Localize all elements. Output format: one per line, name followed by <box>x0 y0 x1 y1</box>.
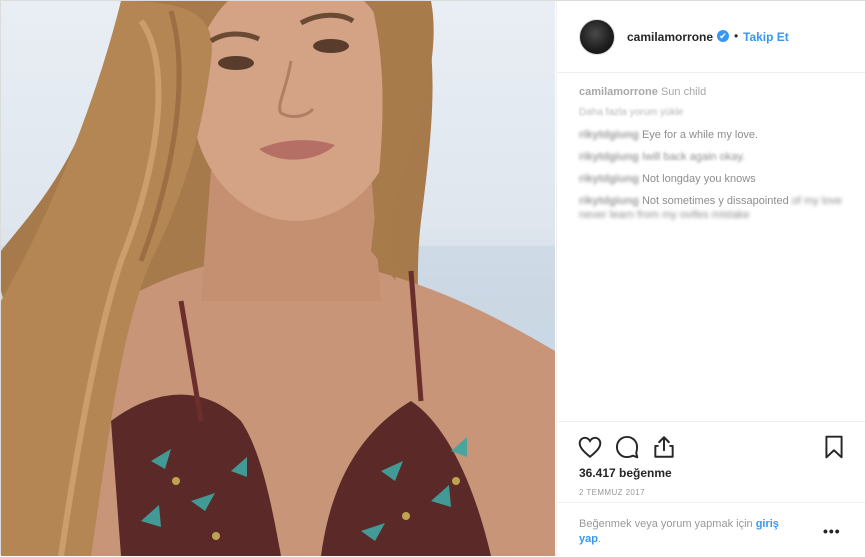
list-item: rikytdgiung Iwill back again okay. <box>579 150 849 164</box>
comment-username[interactable]: rikytdgiung <box>579 151 639 163</box>
comment-text: Eye for a while my love. <box>641 129 759 141</box>
more-options-icon[interactable]: ••• <box>823 523 841 539</box>
post-actions: 36.417 beğenme 2 TEMMUZ 2017 Beğenmek ve… <box>557 421 865 556</box>
comment-text: Iwill back again okay. <box>641 151 746 163</box>
post-side-panel: camilamorrone ✔ • Takip Et camilamorrone… <box>556 1 865 556</box>
login-bar: Beğenmek veya yorum yapmak için giriş ya… <box>557 502 865 557</box>
verified-badge-icon: ✔ <box>717 30 729 42</box>
heart-icon[interactable] <box>577 434 603 460</box>
likes-count[interactable]: 36.417 beğenme <box>579 466 672 480</box>
comment-username[interactable]: rikytdgiung <box>579 173 639 185</box>
instagram-post: camilamorrone ✔ • Takip Et camilamorrone… <box>0 0 865 556</box>
list-item: rikytdgiung Eye for a while my love. <box>579 128 849 142</box>
login-suffix: . <box>597 533 602 545</box>
share-icon[interactable] <box>651 434 677 460</box>
post-date: 2 TEMMUZ 2017 <box>579 488 645 497</box>
list-item: rikytdgiung Not longday you knows <box>579 172 849 186</box>
header-username[interactable]: camilamorrone <box>627 30 713 44</box>
comment-text: Not longday you knows <box>641 173 756 185</box>
login-prompt: Beğenmek veya yorum yapmak için giriş ya… <box>579 517 799 547</box>
login-prompt-text: Beğenmek veya yorum yapmak için <box>579 518 756 530</box>
follow-button[interactable]: Takip Et <box>743 30 789 44</box>
list-item: rikytdgiung Not sometimes y dissapointed… <box>579 194 849 222</box>
load-more-comments-link[interactable]: Daha fazla yorum yükle <box>579 107 849 118</box>
portrait-illustration <box>1 1 555 556</box>
caption-username[interactable]: camilamorrone <box>579 86 658 98</box>
comment-username[interactable]: rikytdgiung <box>579 195 639 207</box>
separator-dot: • <box>734 29 739 43</box>
comment-username[interactable]: rikytdgiung <box>579 129 639 141</box>
caption-text: Sun child <box>660 86 707 98</box>
bookmark-icon[interactable] <box>821 434 847 460</box>
comments-list: camilamorrone Sun child Daha fazla yorum… <box>579 86 849 230</box>
post-header: camilamorrone ✔ • Takip Et <box>557 1 865 73</box>
comment-icon[interactable] <box>614 434 640 460</box>
avatar[interactable] <box>579 19 615 55</box>
caption: camilamorrone Sun child <box>579 86 849 98</box>
post-photo[interactable] <box>1 1 555 556</box>
comment-text: Not sometimes y dissapointed <box>641 195 789 207</box>
